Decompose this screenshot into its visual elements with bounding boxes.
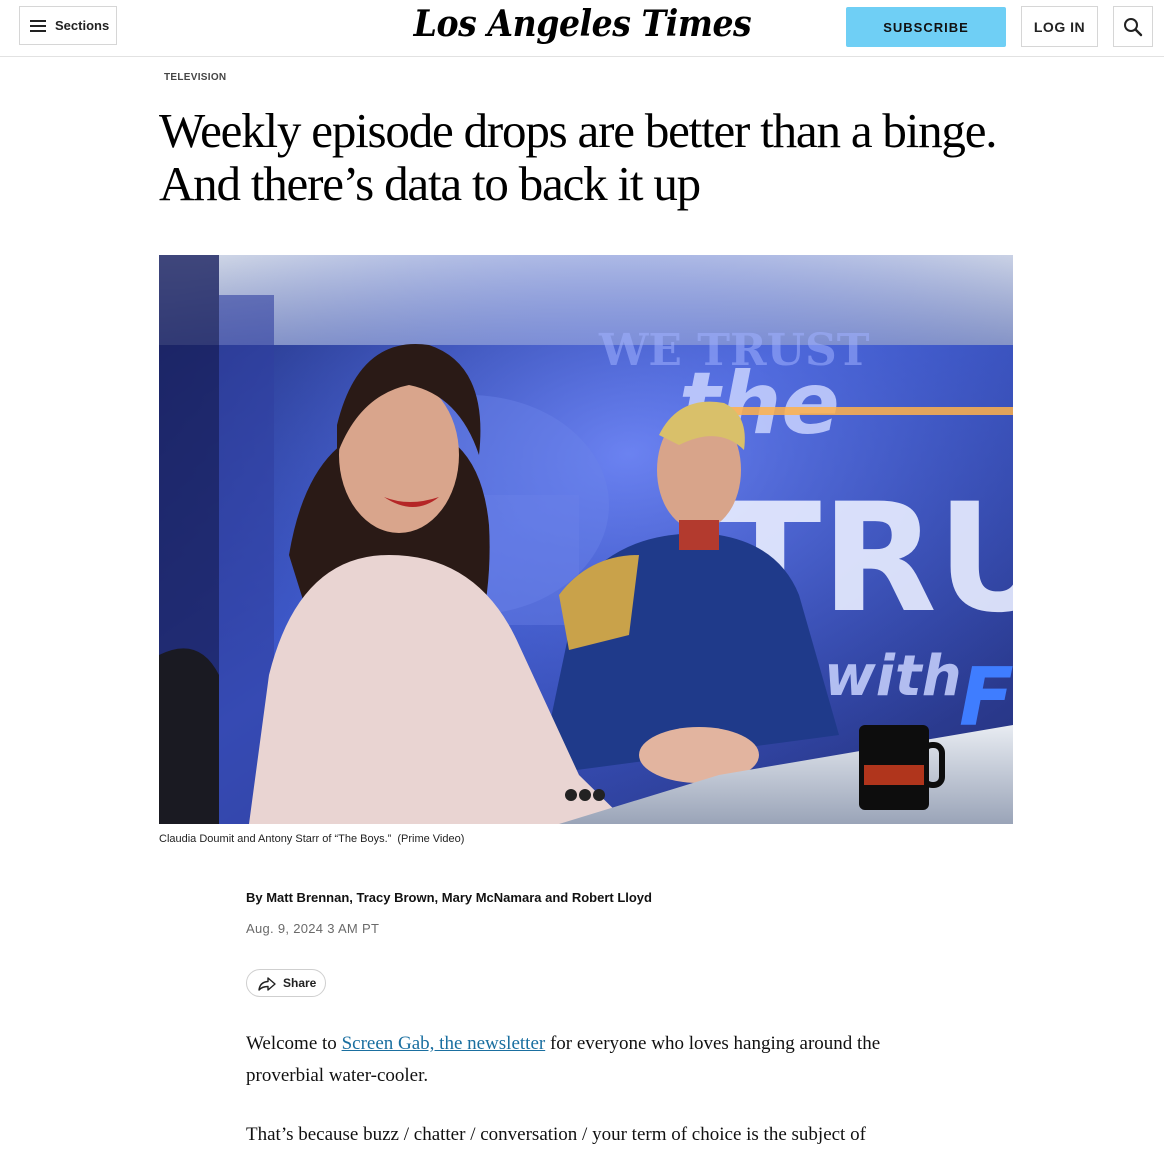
article-headline: Weekly episode drops are better than a b… bbox=[159, 103, 998, 211]
byline[interactable]: By Matt Brennan, Tracy Brown, Mary McNam… bbox=[246, 890, 652, 905]
share-label: Share bbox=[283, 976, 317, 990]
share-button[interactable]: Share bbox=[246, 969, 326, 997]
hero-illustration: WE TRUST the TRUTH with F bbox=[159, 255, 1013, 824]
search-icon bbox=[1124, 17, 1143, 36]
subscribe-button[interactable]: SUBSCRIBE bbox=[846, 7, 1006, 47]
login-button[interactable]: LOG IN bbox=[1021, 6, 1098, 47]
image-caption: Claudia Doumit and Antony Starr of “The … bbox=[159, 833, 464, 845]
hero-image[interactable]: WE TRUST the TRUTH with F bbox=[159, 255, 1013, 824]
hero-text-with: with bbox=[824, 644, 962, 709]
caption-text: Claudia Doumit and Antony Starr of “The … bbox=[159, 833, 392, 845]
newsletter-link[interactable]: Screen Gab, the newsletter bbox=[342, 1033, 546, 1054]
section-kicker[interactable]: TELEVISION bbox=[164, 72, 226, 83]
share-arrow-icon bbox=[258, 977, 276, 991]
search-button[interactable] bbox=[1113, 6, 1153, 47]
body-paragraph-1: Welcome to Screen Gab, the newsletter fo… bbox=[246, 1028, 926, 1091]
top-nav-bar: Sections Los Angeles Times SUBSCRIBE LOG… bbox=[0, 0, 1164, 57]
paragraph-1-lead: Welcome to bbox=[246, 1033, 342, 1054]
photo-credit: (Prime Video) bbox=[397, 833, 465, 845]
body-paragraph-2: That’s because buzz / chatter / conversa… bbox=[246, 1124, 866, 1145]
publish-date: Aug. 9, 2024 3 AM PT bbox=[246, 921, 380, 936]
logo-text: Los Angeles Times bbox=[413, 3, 751, 45]
